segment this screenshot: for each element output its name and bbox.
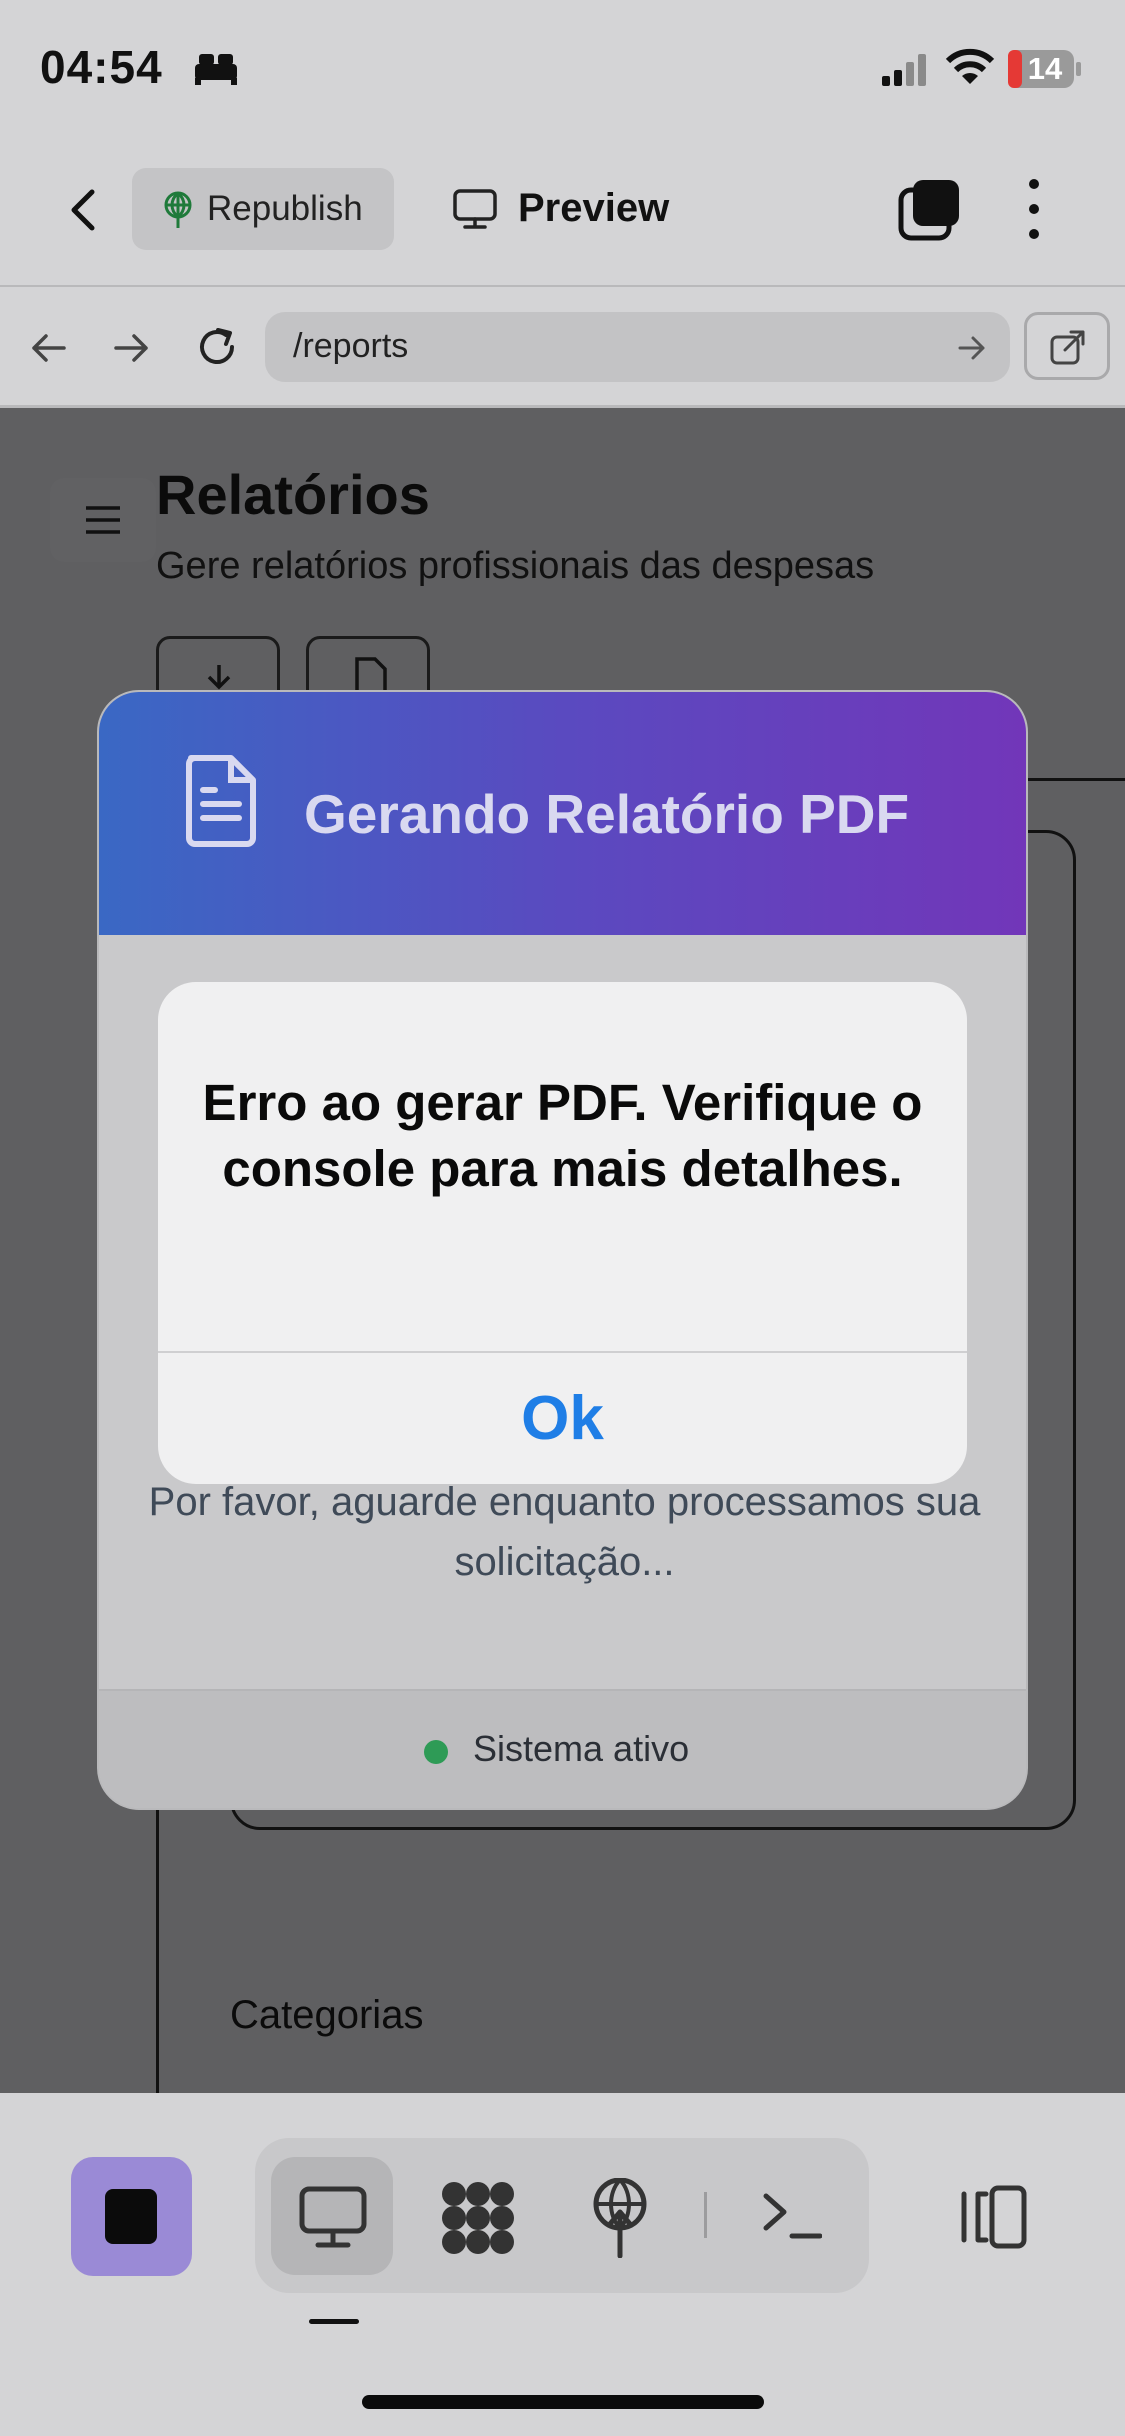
- modal-message: Por favor, aguarde enquanto processamos …: [148, 1480, 981, 1584]
- wifi-icon: [944, 48, 996, 88]
- republish-label: Republish: [207, 189, 363, 228]
- preview-button[interactable]: Preview: [518, 186, 669, 231]
- cellular-signal-icon: [882, 52, 934, 88]
- error-alert: Erro ao gerar PDF. Verifique o console p…: [158, 982, 967, 1484]
- republish-icon: [160, 190, 196, 230]
- deploy-icon[interactable]: [590, 2178, 650, 2258]
- tabs-switcher-icon[interactable]: [897, 178, 961, 242]
- dock-separator: [704, 2192, 707, 2238]
- document-icon: [181, 754, 261, 848]
- hamburger-icon: [84, 504, 122, 536]
- sleep-mode-icon: [193, 50, 239, 86]
- url-input[interactable]: /reports: [265, 312, 1010, 382]
- apps-grid-icon[interactable]: [440, 2180, 516, 2256]
- alert-message: Erro ao gerar PDF. Verifique o console p…: [202, 1074, 923, 1197]
- page-subtitle: Gere relatórios profissionais das despes…: [156, 545, 875, 587]
- status-dot-icon: [424, 1740, 448, 1764]
- home-indicator: [362, 2395, 764, 2409]
- split-view-icon[interactable]: [956, 2184, 1028, 2250]
- modal-header: Gerando Relatório PDF: [99, 692, 1026, 935]
- categories-heading: Categorias: [230, 1993, 424, 2037]
- menu-button[interactable]: [50, 478, 156, 562]
- browser-forward-icon[interactable]: [110, 326, 154, 370]
- alert-ok-button[interactable]: Ok: [158, 1353, 967, 1484]
- terminal-icon[interactable]: [762, 2190, 822, 2242]
- reload-icon[interactable]: [192, 322, 242, 372]
- stop-icon: [105, 2189, 157, 2244]
- status-time: 04:54: [40, 41, 163, 93]
- more-options-icon[interactable]: [1020, 176, 1048, 242]
- back-button[interactable]: [60, 180, 108, 240]
- modal-title: Gerando Relatório PDF: [304, 783, 910, 845]
- url-text: /reports: [293, 327, 409, 365]
- page-title: Relatórios: [156, 463, 430, 526]
- external-link-icon: [1049, 330, 1087, 366]
- battery-level: 14: [1027, 51, 1063, 86]
- republish-button[interactable]: Republish: [132, 168, 394, 250]
- open-external-button[interactable]: [1024, 312, 1110, 380]
- tab-indicator: [309, 2319, 359, 2324]
- browser-back-icon[interactable]: [26, 326, 70, 370]
- go-arrow-icon[interactable]: [957, 334, 987, 362]
- desktop-preview-icon[interactable]: [298, 2185, 368, 2249]
- monitor-icon: [452, 188, 498, 230]
- system-status: Sistema ativo: [473, 1728, 690, 1769]
